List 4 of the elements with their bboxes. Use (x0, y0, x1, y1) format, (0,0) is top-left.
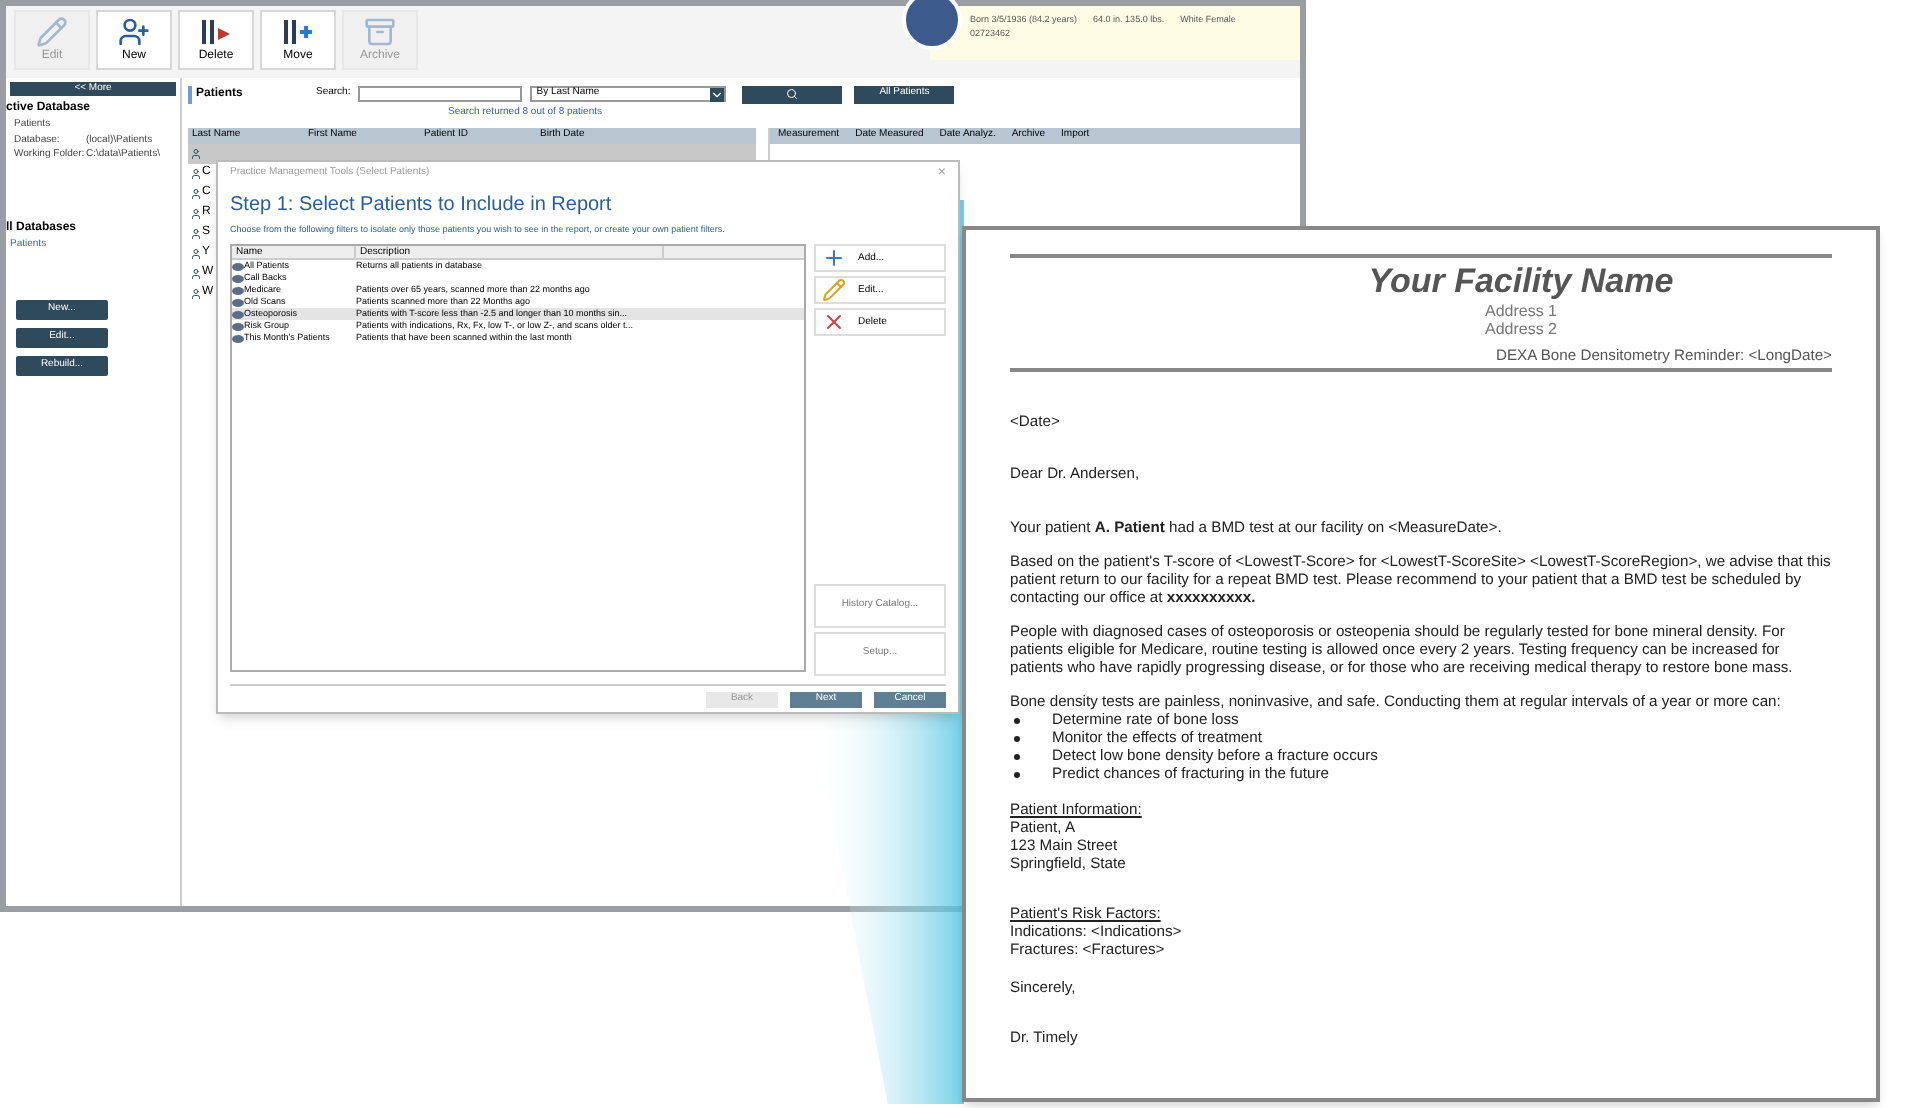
address-text: Address 2 (1484, 320, 1558, 338)
facility-name: Your Facility Name (1368, 262, 1674, 302)
dialog-heading: Step 1: Select Patients to Include in Report (230, 191, 614, 219)
address-text: Address 1 (1484, 302, 1558, 320)
